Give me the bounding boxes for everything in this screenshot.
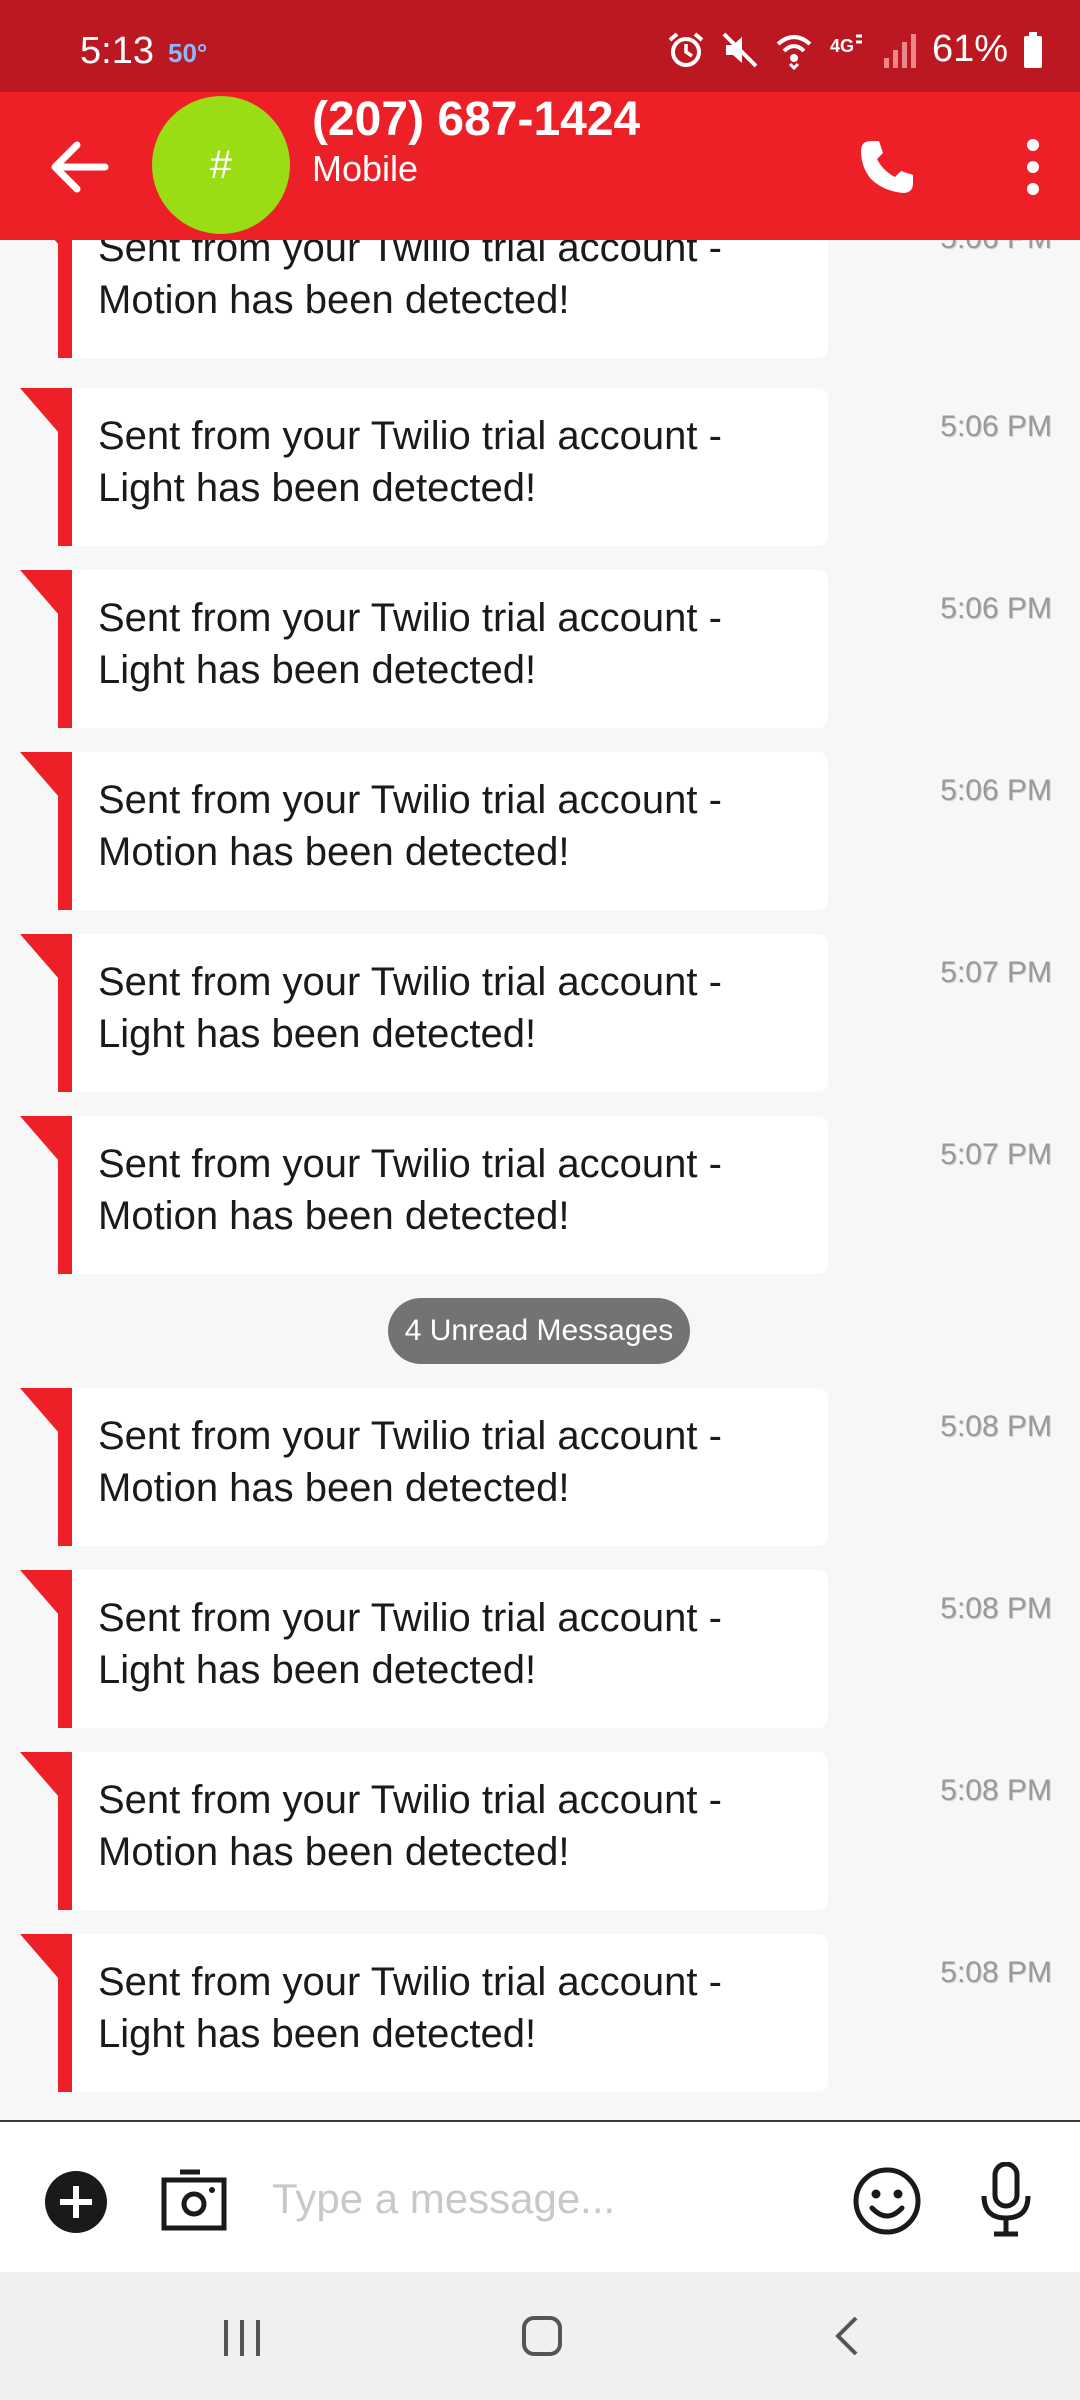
message-item[interactable]: Sent from your Twilio trial account - Li… — [0, 1570, 1080, 1728]
message-time: 5:06 PM — [940, 240, 1052, 256]
message-bubble[interactable]: Sent from your Twilio trial account - Mo… — [72, 752, 828, 910]
emoji-icon[interactable] — [852, 2166, 922, 2236]
home-icon[interactable] — [520, 2314, 564, 2358]
message-item[interactable]: Sent from your Twilio trial account - Mo… — [0, 1116, 1080, 1274]
avatar[interactable]: # — [152, 96, 290, 234]
message-item[interactable]: Sent from your Twilio trial account - Mo… — [0, 1752, 1080, 1910]
wifi-icon — [774, 30, 814, 70]
message-composer — [0, 2120, 1080, 2272]
message-text: Sent from your Twilio trial account - — [98, 960, 722, 1004]
add-circle-icon[interactable] — [44, 2170, 108, 2234]
back-icon[interactable] — [828, 2314, 864, 2358]
message-text: Motion has been detected! — [98, 830, 570, 874]
message-bubble[interactable]: Sent from your Twilio trial account - Mo… — [72, 240, 828, 358]
message-time: 5:08 PM — [940, 1956, 1052, 1989]
message-text: Sent from your Twilio trial account - — [98, 596, 722, 640]
svg-text:4G: 4G — [830, 36, 854, 56]
message-time: 5:08 PM — [940, 1774, 1052, 1807]
conversation-header: # (207) 687-1424 Mobile — [0, 92, 1080, 240]
message-text: Light has been detected! — [98, 648, 537, 692]
battery-icon — [1022, 30, 1044, 70]
message-item[interactable]: Sent from your Twilio trial account - Mo… — [0, 240, 1080, 358]
mute-icon — [720, 30, 760, 70]
call-button[interactable] — [852, 132, 922, 202]
message-text: Motion has been detected! — [98, 278, 570, 322]
status-temperature: 50° — [168, 38, 208, 68]
message-bubble[interactable]: Sent from your Twilio trial account - Mo… — [72, 1752, 828, 1910]
back-arrow-icon — [51, 141, 109, 193]
message-time: 5:08 PM — [940, 1410, 1052, 1443]
microphone-icon[interactable] — [978, 2162, 1034, 2238]
message-list[interactable]: Sent from your Twilio trial account - Mo… — [0, 240, 1080, 2120]
system-navigation-bar — [0, 2272, 1080, 2400]
alarm-icon — [666, 30, 706, 70]
message-bubble[interactable]: Sent from your Twilio trial account - Li… — [72, 1570, 828, 1728]
message-time: 5:06 PM — [940, 410, 1052, 443]
message-bubble[interactable]: Sent from your Twilio trial account - Mo… — [72, 1116, 828, 1274]
message-text: Motion has been detected! — [98, 1830, 570, 1874]
message-text: Sent from your Twilio trial account - — [98, 1142, 722, 1186]
message-bubble[interactable]: Sent from your Twilio trial account - Mo… — [72, 1388, 828, 1546]
message-item[interactable]: Sent from your Twilio trial account - Mo… — [0, 752, 1080, 910]
more-options-button[interactable] — [1008, 132, 1058, 202]
4g-icon: 4G — [828, 30, 868, 70]
contact-number: (207) 687-1424 — [312, 93, 641, 146]
status-icons: 4G 61% — [666, 28, 1044, 71]
message-bubble[interactable]: Sent from your Twilio trial account - Li… — [72, 934, 828, 1092]
message-text: Sent from your Twilio trial account - — [98, 240, 722, 270]
status-bar: 5:13 50° 4G 61% — [0, 0, 1080, 92]
message-text: Light has been detected! — [98, 1648, 537, 1692]
message-text: Sent from your Twilio trial account - — [98, 1414, 722, 1458]
message-text: Sent from your Twilio trial account - — [98, 1778, 722, 1822]
message-text: Sent from your Twilio trial account - — [98, 1960, 722, 2004]
message-item[interactable]: Sent from your Twilio trial account - Mo… — [0, 1388, 1080, 1546]
contact-type: Mobile — [312, 148, 419, 189]
more-vert-icon — [1027, 139, 1039, 195]
message-text: Sent from your Twilio trial account - — [98, 1596, 722, 1640]
message-input[interactable] — [272, 2166, 812, 2232]
message-time: 5:08 PM — [940, 1592, 1052, 1625]
message-bubble[interactable]: Sent from your Twilio trial account - Li… — [72, 570, 828, 728]
unread-messages-badge[interactable]: 4 Unread Messages — [388, 1298, 690, 1364]
message-text: Sent from your Twilio trial account - — [98, 778, 722, 822]
phone-icon — [861, 141, 913, 193]
battery-percent: 61% — [931, 28, 1008, 70]
signal-icon — [882, 30, 918, 70]
message-text: Light has been detected! — [98, 466, 537, 510]
message-text: Light has been detected! — [98, 2012, 537, 2056]
message-item[interactable]: Sent from your Twilio trial account - Li… — [0, 388, 1080, 546]
message-item[interactable]: Sent from your Twilio trial account - Li… — [0, 570, 1080, 728]
message-text: Motion has been detected! — [98, 1466, 570, 1510]
message-text: Light has been detected! — [98, 1012, 537, 1056]
camera-icon[interactable] — [160, 2166, 228, 2234]
message-item[interactable]: Sent from your Twilio trial account - Li… — [0, 934, 1080, 1092]
message-time: 5:07 PM — [940, 956, 1052, 989]
message-text: Sent from your Twilio trial account - — [98, 414, 722, 458]
message-time: 5:07 PM — [940, 1138, 1052, 1171]
message-item[interactable]: Sent from your Twilio trial account - Li… — [0, 1934, 1080, 2092]
message-time: 5:06 PM — [940, 774, 1052, 807]
message-bubble[interactable]: Sent from your Twilio trial account - Li… — [72, 1934, 828, 2092]
back-button[interactable] — [44, 132, 114, 202]
message-text: Motion has been detected! — [98, 1194, 570, 1238]
message-time: 5:06 PM — [940, 592, 1052, 625]
recents-icon[interactable] — [220, 2316, 264, 2360]
status-time: 5:13 — [80, 30, 154, 72]
message-bubble[interactable]: Sent from your Twilio trial account - Li… — [72, 388, 828, 546]
